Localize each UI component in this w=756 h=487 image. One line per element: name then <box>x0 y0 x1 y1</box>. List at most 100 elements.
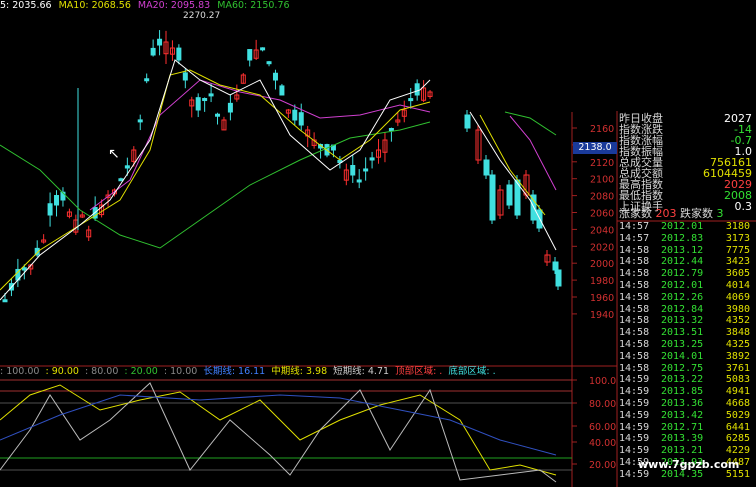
candle-body <box>260 47 266 51</box>
tick-volume: 3180 <box>725 221 750 232</box>
tick-time: 14:57 <box>619 221 650 232</box>
candle-body <box>489 174 496 221</box>
candle-body <box>118 178 124 182</box>
tick-volume: 3892 <box>725 350 750 362</box>
tick-price: 2012.75 <box>661 362 704 374</box>
candle-body <box>202 98 208 102</box>
tick-row: 14:58 2013.32 4352 <box>619 315 750 327</box>
price-axis-label: 1980 <box>590 276 614 287</box>
tick-price: 2013.22 <box>661 374 704 386</box>
indicator-axis-label: 40.00 <box>589 438 616 449</box>
tick-row: 14:59 2013.42 5029 <box>619 410 750 422</box>
tick-price: 2012.44 <box>661 256 704 268</box>
candle-body <box>506 184 513 206</box>
tick-time: 14:59 <box>619 445 650 457</box>
tick-time: 14:58 <box>619 244 650 256</box>
tick-volume: 4668 <box>725 398 750 409</box>
tick-time: 14:58 <box>619 362 650 374</box>
tick-time: 14:58 <box>619 268 650 280</box>
candle-body <box>292 109 298 121</box>
candle-body <box>555 269 562 287</box>
tick-price: 2013.36 <box>661 398 704 409</box>
indicator-axis-label: 20.00 <box>589 460 616 471</box>
level80-legend: : 80.00 <box>84 366 119 377</box>
candle-body <box>47 203 53 216</box>
candle-body <box>208 93 214 97</box>
tick-price: 2012.01 <box>661 280 704 291</box>
tick-price: 2012.71 <box>661 421 704 433</box>
tick-volume: 4069 <box>725 291 750 303</box>
ma-legend: 5: 2035.66 MA10: 2068.56 MA20: 2095.83 M… <box>0 0 294 11</box>
candle-body <box>552 261 559 271</box>
tick-row: 14:58 2012.75 3761 <box>619 363 750 375</box>
candle-body <box>464 114 471 129</box>
mid-line <box>0 384 557 476</box>
tick-price: 2012.79 <box>661 268 704 280</box>
down-count: 3 <box>716 207 724 220</box>
candle-body <box>21 267 27 271</box>
tick-time: 14:58 <box>619 303 650 315</box>
tick-volume: 4941 <box>725 386 750 398</box>
tick-price: 2013.21 <box>661 445 704 457</box>
price-axis-label: 2060 <box>590 209 614 220</box>
tick-volume: 3173 <box>725 232 750 244</box>
tick-price: 2012.84 <box>661 303 704 315</box>
price-axis-label: 2020 <box>590 242 614 253</box>
level100-legend: : 100.00 <box>0 366 40 377</box>
tick-time: 14:58 <box>619 350 650 362</box>
price-axis-label: 1940 <box>590 310 614 321</box>
tick-volume: 3605 <box>725 268 750 280</box>
tick-row: 14:59 2012.71 6441 <box>619 422 750 434</box>
tick-row: 14:58 2012.44 3423 <box>619 256 750 268</box>
tick-volume: 3848 <box>725 327 750 339</box>
ma10-legend: MA10: 2068.56 <box>58 0 131 11</box>
candle-body <box>414 83 420 96</box>
tick-volume: 4325 <box>725 339 750 350</box>
tick-volume: 5083 <box>725 374 750 386</box>
price-axis-label: 2000 <box>590 259 614 270</box>
tick-volume: 3761 <box>725 362 750 374</box>
tick-time: 14:58 <box>619 327 650 339</box>
candle-body <box>369 157 375 161</box>
tick-volume: 3423 <box>725 256 750 268</box>
price-axis-label: 2100 <box>590 175 614 186</box>
candle-body <box>182 72 188 81</box>
tick-price: 2013.25 <box>661 339 704 350</box>
tick-row: 14:58 2012.84 3980 <box>619 304 750 316</box>
long-line-legend: 长期线: 16.11 <box>203 366 266 377</box>
candle-body <box>350 165 356 176</box>
candle-body <box>195 97 201 111</box>
tick-time: 14:59 <box>619 433 650 445</box>
long-line <box>0 394 557 456</box>
tick-row: 14:57 2012.01 3180 <box>619 221 750 233</box>
ma5-legend: 5: 2035.66 <box>0 0 52 11</box>
tick-price: 2014.01 <box>661 350 704 362</box>
indicator-axis-label: 100.0 <box>589 376 616 387</box>
candle-body <box>298 112 304 126</box>
ma60-legend: MA60: 2150.76 <box>217 0 290 11</box>
candle-body <box>363 168 369 172</box>
tick-row: 14:59 2013.85 4941 <box>619 386 750 398</box>
watermark: www.7gpzb.com <box>638 458 740 471</box>
quote-panel: 昨日收盘 2027 指数涨跌 -14 指数涨幅 -0.7 指数振幅 1.0 总成交量 756161… <box>617 111 756 487</box>
candle-body <box>272 72 278 81</box>
tick-time: 14:58 <box>619 256 650 268</box>
price-axis-label: 2160 <box>590 124 614 135</box>
up-count-label: 涨家数 <box>619 207 652 220</box>
tick-time: 14:57 <box>619 232 650 244</box>
tick-time: 14:58 <box>619 339 650 350</box>
candle-body <box>227 102 233 113</box>
tick-row: 14:58 2012.26 4069 <box>619 292 750 304</box>
candle-body <box>247 49 253 61</box>
level20-legend: : 20.00 <box>124 366 158 377</box>
tick-time: 14:59 <box>619 421 650 433</box>
tick-row: 14:59 2013.21 4229 <box>619 445 750 457</box>
candle-body <box>215 113 221 117</box>
up-count: 203 <box>655 207 680 220</box>
candle-body <box>144 78 150 82</box>
candle-body <box>2 299 8 303</box>
mid-line-legend: 中期线: 3.98 <box>271 366 328 377</box>
bottom-zone-legend: 底部区域: . <box>448 366 496 377</box>
tick-volume: 4352 <box>725 315 750 327</box>
candle-body <box>266 61 272 65</box>
